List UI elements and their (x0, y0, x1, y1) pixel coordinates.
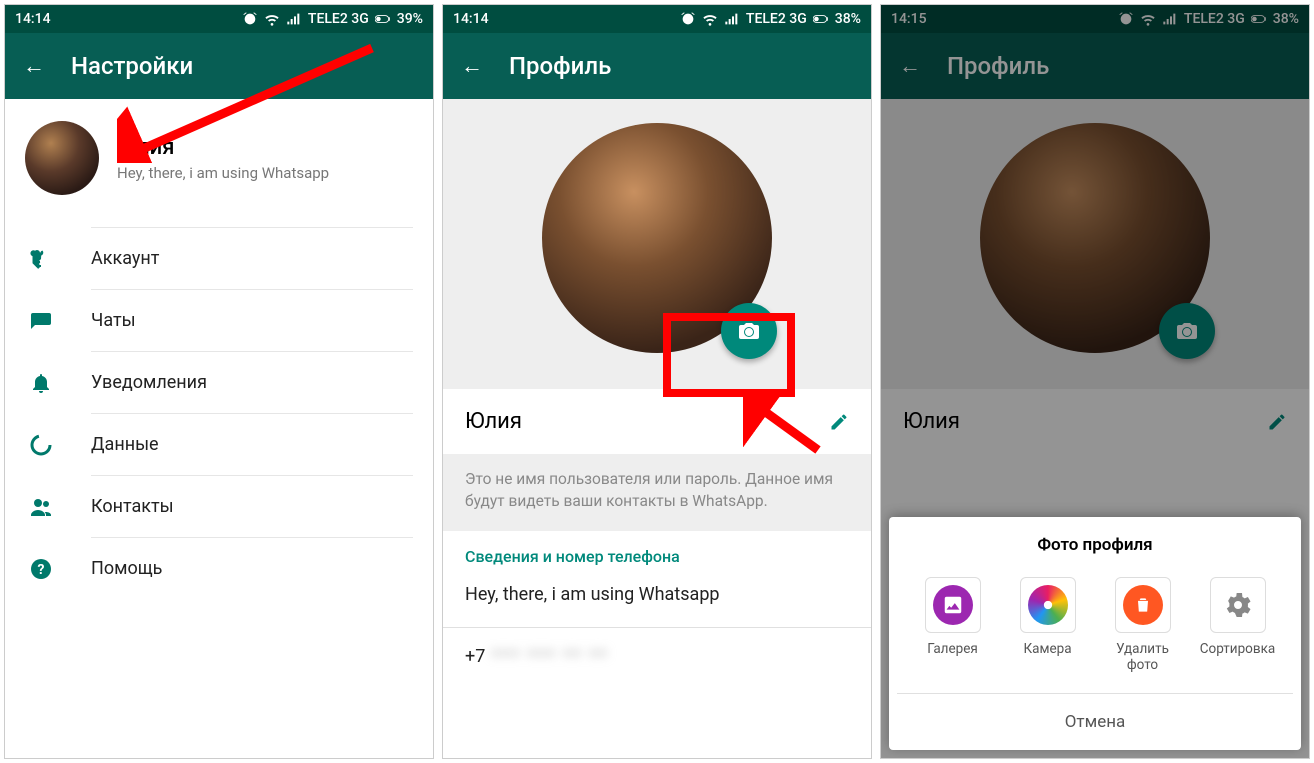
screen-profile: 14:14 TELE2 3G 38% ← Профиль Юлия Это не… (442, 4, 872, 759)
profile-name: Юлия (117, 135, 329, 160)
status-bar: 14:14 TELE2 3G 38% (443, 5, 871, 33)
menu-label: Контакты (91, 496, 174, 517)
menu-notifications[interactable]: Уведомления (91, 351, 413, 413)
menu-account[interactable]: Аккаунт (91, 227, 413, 289)
opt-label: Сортировка (1200, 641, 1275, 657)
option-sort[interactable]: Сортировка (1196, 577, 1280, 673)
chat-icon (29, 309, 53, 333)
back-icon[interactable]: ← (23, 53, 45, 79)
screen-settings: 14:14 TELE2 3G 39% ← Настройки Юлия Hey,… (4, 4, 434, 759)
svg-text:?: ? (38, 562, 45, 578)
battery-pct: 39% (397, 11, 423, 27)
photo-bottom-sheet: Фото профиля Галерея Камера Удалить фото… (889, 517, 1301, 750)
option-camera[interactable]: Камера (1006, 577, 1090, 673)
phone-hidden: *** *** ** ** (485, 646, 608, 667)
camera-icon (737, 319, 761, 343)
menu-label: Уведомления (91, 372, 207, 393)
menu-contacts[interactable]: Контакты (91, 475, 413, 537)
opt-label: Галерея (927, 641, 978, 657)
back-icon[interactable]: ← (461, 53, 483, 79)
page-title: Профиль (509, 52, 611, 80)
battery-icon (375, 11, 391, 27)
trash-icon (1133, 595, 1153, 615)
app-header: ← Профиль (443, 33, 871, 99)
status-time: 14:14 (15, 11, 51, 27)
option-gallery[interactable]: Галерея (911, 577, 995, 673)
signal-icon (286, 11, 302, 27)
wifi-icon (702, 11, 718, 27)
section-label: Сведения и номер телефона (443, 531, 871, 574)
key-icon (29, 247, 53, 271)
menu-label: Чаты (91, 310, 136, 331)
edit-icon[interactable] (829, 412, 849, 432)
carrier: TELE2 3G (308, 11, 369, 27)
about-row[interactable]: Hey, there, i am using Whatsapp (443, 574, 871, 628)
status-time: 14:14 (453, 11, 489, 27)
sheet-cancel-button[interactable]: Отмена (897, 693, 1293, 750)
profile-photo-area (443, 99, 871, 389)
profile-row[interactable]: Юлия Hey, there, i am using Whatsapp (5, 99, 433, 227)
data-icon (29, 433, 53, 457)
battery-icon (813, 11, 829, 27)
status-bar: 14:14 TELE2 3G 39% (5, 5, 433, 33)
opt-label: Камера (1023, 641, 1071, 657)
menu-label: Помощь (91, 558, 162, 579)
opt-label: Удалить фото (1101, 641, 1185, 673)
menu-data[interactable]: Данные (91, 413, 413, 475)
help-icon: ? (29, 557, 53, 581)
screen-photo-sheet: 14:15 TELE2 3G 38% ← Профиль Юлия Фото п… (880, 4, 1310, 759)
phone-row[interactable]: +7 *** *** ** ** (443, 628, 871, 685)
profile-status: Hey, there, i am using Whatsapp (117, 164, 329, 182)
app-header: ← Настройки (5, 33, 433, 99)
alarm-icon (680, 11, 696, 27)
camera-icon (1038, 595, 1058, 615)
phone-prefix: +7 (465, 646, 485, 667)
signal-icon (724, 11, 740, 27)
name-hint: Это не имя пользователя или пароль. Данн… (443, 454, 871, 531)
option-delete[interactable]: Удалить фото (1101, 577, 1185, 673)
gear-icon (1222, 589, 1254, 621)
bell-icon (29, 371, 53, 395)
menu-chats[interactable]: Чаты (91, 289, 413, 351)
menu-label: Данные (91, 434, 159, 455)
page-title: Настройки (71, 52, 193, 80)
carrier: TELE2 3G (746, 11, 807, 27)
alarm-icon (242, 11, 258, 27)
sheet-title: Фото профиля (897, 535, 1293, 555)
name-row[interactable]: Юлия (443, 389, 871, 454)
gallery-icon (942, 594, 964, 616)
wifi-icon (264, 11, 280, 27)
menu-label: Аккаунт (91, 248, 159, 269)
name-value: Юлия (465, 409, 522, 434)
avatar[interactable] (25, 121, 99, 195)
menu-help[interactable]: ? Помощь (91, 537, 413, 599)
change-photo-button[interactable] (721, 303, 777, 359)
battery-pct: 38% (835, 11, 861, 27)
contacts-icon (29, 495, 53, 519)
